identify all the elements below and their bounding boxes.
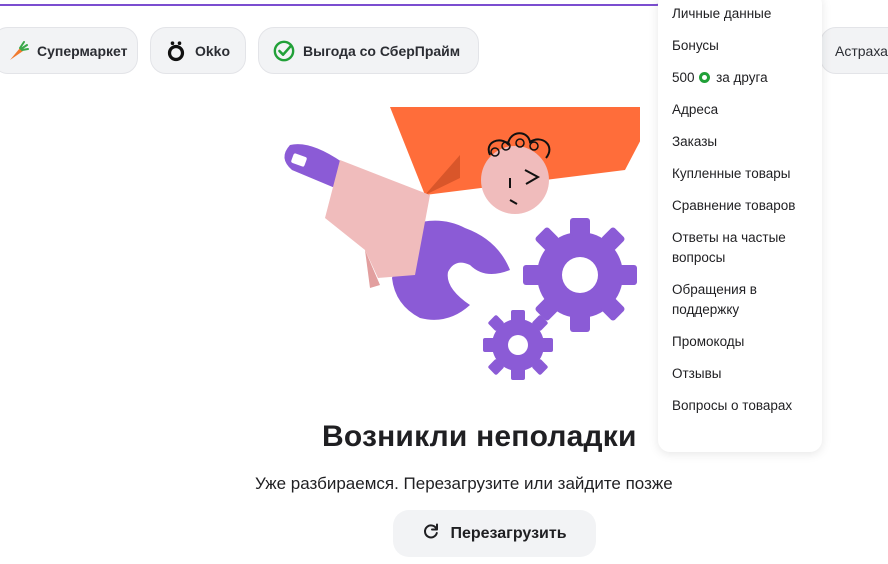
chip-city[interactable]: Астраха (820, 27, 888, 74)
menu-item-personal-data[interactable]: Личные данные (672, 4, 812, 24)
okko-icon (165, 40, 187, 62)
error-subtitle: Уже разбираемся. Перезагрузите или зайди… (255, 474, 673, 493)
carrot-icon (7, 40, 29, 62)
sber-bonus-icon (699, 72, 711, 83)
account-dropdown-menu: Личные данные Бонусы 500 за друга Адреса… (658, 0, 822, 452)
menu-item-bonuses[interactable]: Бонусы (672, 36, 812, 56)
menu-item-promocodes[interactable]: Промокоды (672, 332, 812, 352)
sberprime-check-icon (273, 40, 295, 62)
menu-item-compare[interactable]: Сравнение товаров (672, 196, 812, 216)
invite-label: за друга (716, 70, 768, 85)
chip-label: Выгода со СберПрайм (303, 42, 461, 59)
menu-item-purchased[interactable]: Купленные товары (672, 164, 812, 184)
menu-item-reviews[interactable]: Отзывы (672, 364, 812, 384)
menu-item-faq[interactable]: Ответы на частые вопросы (672, 228, 812, 268)
menu-item-invite-friend[interactable]: 500 за друга (672, 68, 812, 88)
reload-label: Перезагрузить (450, 524, 567, 542)
reload-button[interactable]: Перезагрузить (393, 510, 596, 557)
menu-item-addresses[interactable]: Адреса (672, 100, 812, 120)
error-illustration (270, 100, 658, 390)
error-title: Возникли неполадки (322, 420, 637, 453)
chip-sberprime[interactable]: Выгода со СберПрайм (258, 27, 479, 74)
reload-icon (422, 522, 440, 545)
chip-label: Супермаркет (37, 42, 128, 59)
chip-label: Астраха (835, 42, 888, 59)
menu-item-support[interactable]: Обращения в поддержку (672, 280, 812, 320)
chip-supermarket[interactable]: Супермаркет (0, 27, 138, 74)
invite-amount: 500 (672, 70, 695, 85)
chip-okko[interactable]: Okko (150, 27, 246, 74)
chip-label: Okko (195, 42, 231, 59)
menu-item-product-questions[interactable]: Вопросы о товарах (672, 396, 812, 416)
menu-item-orders[interactable]: Заказы (672, 132, 812, 152)
search-field-outline[interactable] (0, 0, 680, 6)
